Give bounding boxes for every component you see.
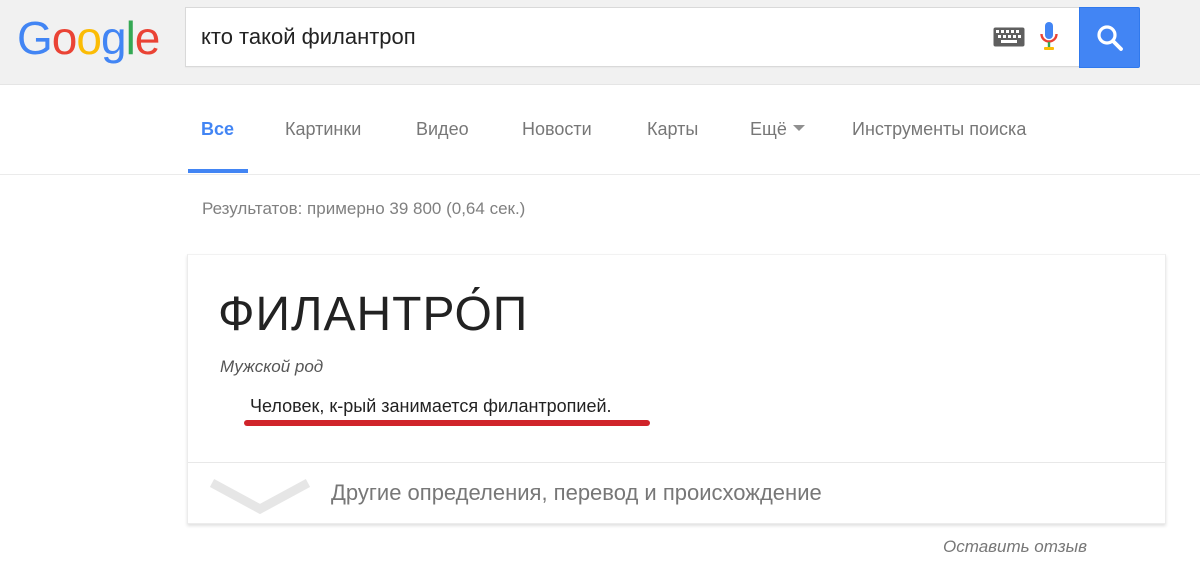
microphone-icon[interactable]	[1039, 21, 1059, 53]
red-underline-annotation	[244, 420, 650, 426]
logo-letter: e	[134, 12, 161, 64]
feedback-link[interactable]: Оставить отзыв	[943, 537, 1087, 557]
active-tab-indicator	[188, 169, 248, 173]
definition-text: Человек, к-рый занимается филантропией.	[250, 396, 612, 416]
google-logo[interactable]: Google	[17, 10, 161, 66]
search-box	[185, 7, 1079, 67]
tab-video[interactable]: Видео	[416, 118, 469, 140]
result-stats: Результатов: примерно 39 800 (0,64 сек.)	[202, 199, 526, 218]
tab-news[interactable]: Новости	[522, 118, 592, 140]
tab-search-tools[interactable]: Инструменты поиска	[852, 118, 1026, 140]
search-button[interactable]	[1079, 7, 1140, 68]
search-tabs: Все Картинки Видео Новости Карты Ещё Инс…	[0, 85, 1200, 175]
search-input[interactable]	[186, 8, 991, 66]
logo-letter: g	[100, 12, 127, 64]
logo-letter: o	[51, 12, 78, 64]
caret-down-icon	[792, 125, 805, 132]
search-icon	[1097, 25, 1123, 51]
part-of-speech: Мужской род	[220, 357, 324, 376]
expand-definitions-button[interactable]: Другие определения, перевод и происхожде…	[188, 463, 1165, 523]
tab-all[interactable]: Все	[201, 118, 234, 140]
dictionary-word: ФИЛАНТРО́П	[218, 288, 529, 341]
tab-more[interactable]: Ещё	[750, 118, 805, 140]
logo-letter: o	[76, 12, 102, 64]
logo-letter: G	[17, 12, 53, 64]
tab-images[interactable]: Картинки	[285, 118, 361, 140]
chevron-down-icon	[210, 479, 310, 515]
expand-definitions-label: Другие определения, перевод и происхожде…	[331, 480, 822, 505]
keyboard-icon[interactable]	[993, 27, 1025, 47]
header-bar: Google	[0, 0, 1200, 85]
tab-maps[interactable]: Карты	[647, 118, 698, 140]
dictionary-card: ФИЛАНТРО́П Мужской род Человек, к-рый за…	[187, 254, 1166, 524]
logo-letter: l	[125, 12, 136, 64]
tab-more-label: Ещё	[750, 119, 787, 139]
